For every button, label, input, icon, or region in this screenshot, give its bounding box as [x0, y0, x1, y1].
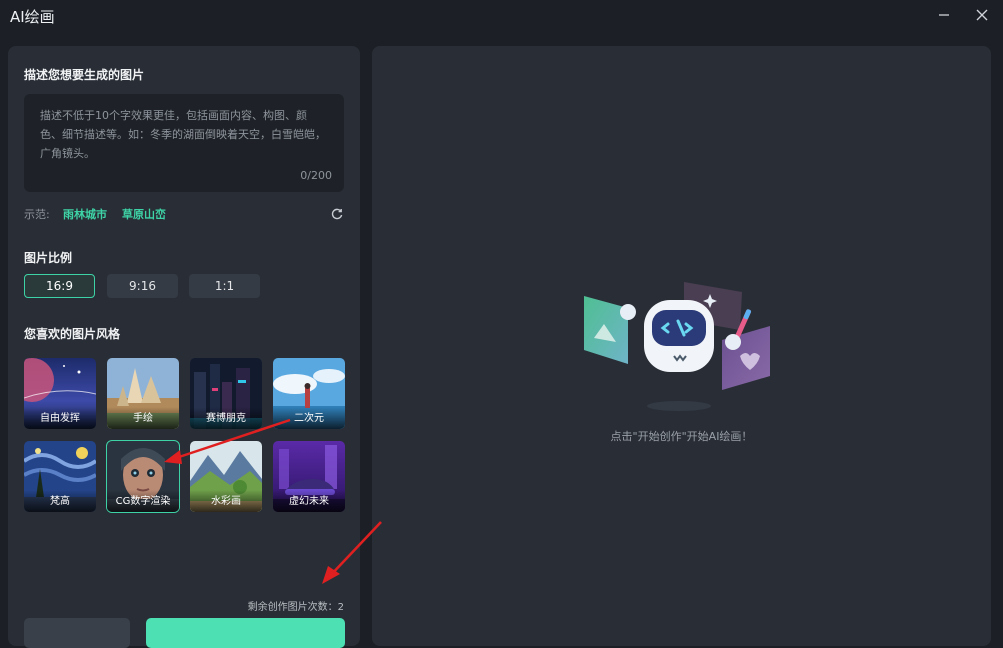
ratio-option-1-1[interactable]: 1:1 — [189, 274, 260, 298]
style-card-hand-drawn[interactable]: 手绘 — [107, 358, 179, 429]
style-caption: CG数字渲染 — [107, 490, 179, 512]
example-row: 示范: 雨林城市 草原山峦 — [24, 206, 344, 222]
example-link-rainforest-city[interactable]: 雨林城市 — [63, 206, 107, 222]
refresh-icon[interactable] — [330, 207, 344, 221]
style-card-van-gogh[interactable]: 梵高 — [24, 441, 96, 512]
ratio-section-title: 图片比例 — [24, 251, 73, 265]
style-card-watercolor[interactable]: 水彩画 — [190, 441, 262, 512]
settings-panel: 描述您想要生成的图片 0/200 示范: 雨林城市 草原山峦 图片比例 16:9… — [8, 46, 360, 648]
style-card-unreal-future[interactable]: 虚幻未来 — [273, 441, 345, 512]
start-creation-button[interactable] — [146, 618, 345, 648]
empty-state-hint: 点击"开始创作"开始AI绘画！ — [610, 430, 753, 443]
ratio-option-16-9[interactable]: 16:9 — [24, 274, 95, 298]
style-card-anime[interactable]: 二次元 — [273, 358, 345, 429]
minimize-button[interactable] — [932, 4, 956, 26]
ratio-option-9-16[interactable]: 9:16 — [107, 274, 178, 298]
style-card-cg-render[interactable]: CG数字渲染 — [106, 440, 180, 513]
style-section-title: 您喜欢的图片风格 — [24, 327, 121, 341]
secondary-action-button[interactable] — [24, 618, 130, 648]
style-caption: 虚幻未来 — [273, 490, 345, 512]
style-caption: 自由发挥 — [24, 407, 96, 429]
style-card-cyberpunk[interactable]: 赛博朋克 — [190, 358, 262, 429]
style-caption: 梵高 — [24, 490, 96, 512]
window-title: AI绘画 — [10, 8, 55, 26]
style-caption: 水彩画 — [190, 490, 262, 512]
close-button[interactable] — [970, 4, 994, 26]
style-card-free[interactable]: 自由发挥 — [24, 358, 96, 429]
close-icon — [976, 9, 988, 21]
style-caption: 赛博朋克 — [190, 407, 262, 429]
prompt-input[interactable] — [24, 94, 344, 170]
style-caption: 二次元 — [273, 407, 345, 429]
remaining-count: 剩余创作图片次数：2 — [247, 602, 344, 613]
prompt-section-title: 描述您想要生成的图片 — [24, 68, 145, 82]
robot-illustration — [584, 282, 770, 411]
style-caption: 手绘 — [107, 407, 179, 429]
example-label: 示范: — [24, 208, 50, 221]
char-count: 0/200 — [300, 169, 332, 182]
minimize-icon — [939, 14, 949, 16]
prompt-box: 0/200 — [24, 94, 344, 192]
title-bar: AI绘画 — [0, 0, 1003, 34]
example-link-grassland-mountains[interactable]: 草原山峦 — [122, 206, 166, 222]
preview-panel: 点击"开始创作"开始AI绘画！ — [372, 46, 991, 646]
